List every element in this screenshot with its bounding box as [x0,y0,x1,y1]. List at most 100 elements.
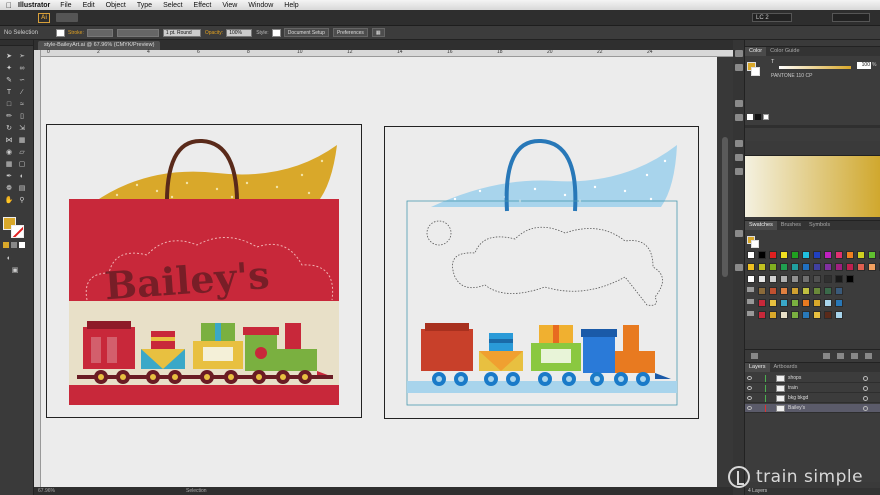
opacity-label[interactable]: Opacity: [205,30,223,36]
target-circle-icon[interactable] [863,406,868,411]
color-swatch[interactable] [769,311,777,319]
status-tool[interactable]: Selection [186,487,207,495]
color-swatch[interactable] [758,299,766,307]
apple-icon[interactable]:  [0,1,18,10]
blend-tool-icon[interactable]: ◐ [17,172,27,181]
target-circle-icon[interactable] [863,396,868,401]
color-swatch[interactable] [857,263,865,271]
color-swatch[interactable] [846,275,854,283]
tab-color-guide[interactable]: Color Guide [766,47,803,56]
visibility-eye-icon[interactable] [747,376,752,380]
color-swatch[interactable] [758,251,766,259]
menu-window[interactable]: Window [248,2,273,9]
color-swatch[interactable] [824,287,832,295]
color-swatch[interactable] [758,287,766,295]
stroke-label[interactable]: Stroke: [68,30,84,36]
color-swatch[interactable] [780,263,788,271]
tint-slider[interactable] [779,66,851,69]
graph-tool-icon[interactable]: ▤ [17,184,27,193]
color-swatch[interactable] [769,275,777,283]
variable-width-field[interactable] [116,28,159,37]
black-swatch[interactable] [755,114,761,120]
color-swatch[interactable] [835,251,843,259]
arrange-docs-icon[interactable]: ▦ [371,28,385,37]
swatch-group-folder-icon[interactable] [747,311,754,316]
color-swatch[interactable] [846,251,854,259]
color-swatch[interactable] [813,263,821,271]
layer-name[interactable]: shops [788,374,801,383]
horizontal-ruler[interactable]: 0 2 4 6 8 10 12 14 16 18 20 22 24 [41,49,733,57]
none-mode-icon[interactable] [19,242,25,248]
tab-swatches[interactable]: Swatches [745,221,777,230]
color-swatch[interactable] [813,287,821,295]
artboard-1[interactable]: Bailey's [46,124,362,418]
color-swatch[interactable] [835,299,843,307]
library-menu-icon[interactable] [751,353,758,359]
menu-select[interactable]: Select [163,2,182,9]
tint-ramp[interactable] [745,155,880,217]
lasso-tool-icon[interactable]: ∞ [17,64,27,73]
color-swatch[interactable] [835,311,843,319]
pen-tool-icon[interactable]: ✎ [4,76,14,85]
curvature-tool-icon[interactable]: ∽ [17,76,27,85]
menu-view[interactable]: View [222,2,237,9]
color-swatch[interactable] [868,263,876,271]
width-tool-icon[interactable]: ⋈ [4,136,14,145]
layer-name[interactable]: Bailey's [788,404,805,413]
layer-row-selected[interactable]: Bailey's [745,404,880,413]
color-swatch[interactable] [813,251,821,259]
symbol-sprayer-tool-icon[interactable]: ❁ [4,184,14,193]
target-circle-icon[interactable] [863,376,868,381]
shape-builder-tool-icon[interactable]: ◉ [4,148,14,157]
tab-brushes[interactable]: Brushes [777,221,805,230]
zoom-tool-icon[interactable]: ⚲ [17,196,27,205]
brush-definition-field[interactable]: 1 pt. Round [162,28,201,37]
tab-artboards[interactable]: Artboards [770,363,802,372]
vertical-ruler[interactable] [34,50,41,490]
color-swatch[interactable] [824,311,832,319]
graphic-styles-icon[interactable] [735,114,743,121]
delete-swatch-icon[interactable] [865,353,872,359]
menu-help[interactable]: Help [284,2,298,9]
color-swatch[interactable] [791,263,799,271]
vertical-scrollbar[interactable] [717,57,733,487]
color-swatch[interactable] [769,287,777,295]
menu-effect[interactable]: Effect [194,2,212,9]
color-swatch[interactable] [747,263,755,271]
swatch-options-icon[interactable] [823,353,830,359]
color-swatch[interactable] [780,311,788,319]
new-swatch-icon[interactable] [851,353,858,359]
stroke-weight-field[interactable] [86,28,113,37]
rotate-tool-icon[interactable]: ↻ [4,124,14,133]
perspective-grid-tool-icon[interactable]: ▱ [17,148,27,157]
color-swatch[interactable] [780,299,788,307]
color-swatch[interactable] [758,311,766,319]
layer-row[interactable]: train [745,384,880,393]
swatch-group-folder-icon[interactable] [747,299,754,304]
preferences-button[interactable]: Preferences [332,28,368,37]
color-swatch[interactable] [802,275,810,283]
type-tool-icon[interactable]: T [4,88,14,97]
artboard-2[interactable] [384,126,699,419]
stroke-color-swatch[interactable] [11,225,24,238]
workspace-switcher[interactable]: LC 2 [752,13,792,22]
direct-selection-tool-icon[interactable]: ➣ [17,52,27,61]
color-swatch[interactable] [813,275,821,283]
color-swatch[interactable] [813,299,821,307]
opacity-field[interactable]: 100% [226,28,253,37]
color-swatch[interactable] [747,251,755,259]
search-input[interactable] [832,13,870,22]
layer-row[interactable]: shops [745,374,880,383]
canvas[interactable]: Bailey's [41,57,717,487]
zoom-level[interactable]: 67.96% [38,488,55,494]
color-swatch[interactable] [802,287,810,295]
eyedropper-tool-icon[interactable]: ✒ [4,172,14,181]
layer-row[interactable]: bkg bkgd [745,394,880,403]
visibility-eye-icon[interactable] [747,406,752,410]
visibility-eye-icon[interactable] [747,396,752,400]
color-guide-icon[interactable] [735,64,743,71]
white-swatch[interactable] [763,114,769,120]
selection-tool-icon[interactable]: ➤ [4,52,14,61]
draw-mode-icon[interactable]: ◐ [4,254,14,263]
color-swatch[interactable] [769,263,777,271]
